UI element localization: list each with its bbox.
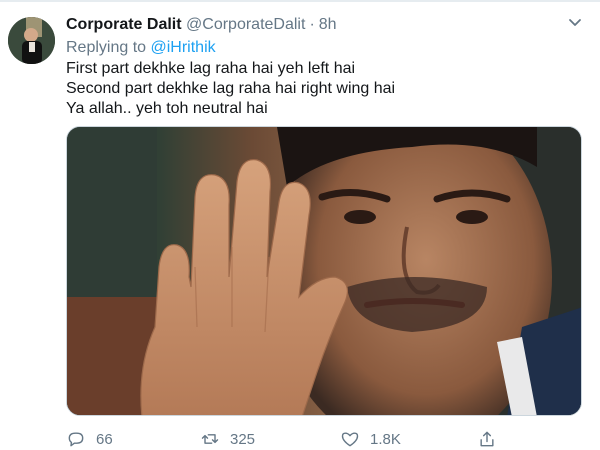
separator-dot: · bbox=[309, 16, 315, 33]
share-button[interactable] bbox=[477, 428, 507, 450]
tweet-line: Second part dekhke lag raha hai right wi… bbox=[66, 80, 396, 97]
avatar-image bbox=[8, 17, 55, 64]
author-handle[interactable]: @CorporateDalit bbox=[186, 16, 305, 33]
tweet-actions: 66 325 1.8K bbox=[62, 428, 522, 450]
like-button[interactable]: 1.8K bbox=[340, 428, 401, 450]
avatar[interactable] bbox=[8, 17, 55, 64]
retweet-icon bbox=[201, 434, 219, 444]
tweet-time[interactable]: 8h bbox=[319, 16, 337, 33]
chevron-down-icon[interactable] bbox=[567, 15, 583, 31]
reply-mention-link[interactable]: @iHrithik bbox=[151, 39, 216, 56]
tweet-header: Corporate Dalit @CorporateDalit · 8h bbox=[66, 14, 337, 36]
reply-button[interactable]: 66 bbox=[66, 428, 113, 450]
share-icon bbox=[480, 431, 494, 447]
author-name[interactable]: Corporate Dalit bbox=[66, 16, 182, 33]
tweet-text: First part dekhke lag raha hai yeh left … bbox=[66, 59, 395, 119]
heart-icon bbox=[341, 432, 359, 447]
tweet-line: Ya allah.. yeh toh neutral hai bbox=[66, 100, 268, 117]
comment-icon bbox=[68, 432, 84, 447]
replying-to: Replying to @iHrithik bbox=[66, 37, 216, 59]
replying-prefix: Replying to bbox=[66, 39, 147, 56]
tweet-line: First part dekhke lag raha hai yeh left … bbox=[66, 60, 356, 77]
divider bbox=[0, 0, 600, 2]
tweet-media-image[interactable] bbox=[66, 126, 582, 416]
retweet-button[interactable]: 325 bbox=[200, 428, 255, 450]
retweet-count: 325 bbox=[230, 430, 256, 448]
media-illustration bbox=[67, 127, 581, 415]
reply-count: 66 bbox=[96, 430, 113, 448]
like-count: 1.8K bbox=[370, 430, 401, 448]
